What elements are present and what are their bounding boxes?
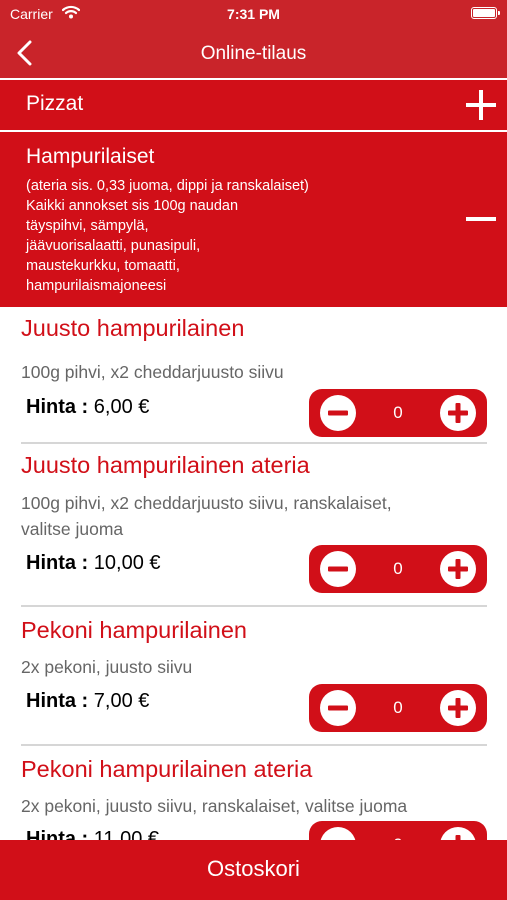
product-description: 100g pihvi, x2 cheddarjuusto siivu, rans… [21,490,491,542]
divider [21,442,487,444]
cart-button[interactable]: Ostoskori [0,840,507,900]
plus-circle-icon[interactable] [439,394,477,432]
category-title: Pizzat [26,92,84,115]
product-name: Pekoni hampurilainen ateria [21,756,313,782]
category-description-line: jäävuorisalaatti, punasipuli, [26,238,201,254]
price-value: 7,00 € [93,690,150,712]
category-title: Hampurilaiset [26,145,155,168]
plus-circle-icon[interactable] [439,550,477,588]
divider [21,744,487,746]
product-description: 100g pihvi, x2 cheddarjuusto siivu [21,359,491,385]
product-description-line: valitse juoma [21,519,124,539]
product-name: Juusto hampurilainen ateria [21,452,310,478]
product-price: Hinta : 6,00 € [26,396,149,419]
divider [21,605,487,607]
clock: 7:31 PM [227,6,280,22]
product-description-line: 2x pekoni, juusto siivu, ranskalaiset, v… [21,796,408,816]
category-row-pizzat[interactable]: Pizzat [0,80,507,130]
product-description: 2x pekoni, juusto siivu, ranskalaiset, v… [21,793,491,819]
quantity-stepper: 0 [309,545,487,593]
product-price: Hinta : 7,00 € [26,690,149,713]
battery-icon [471,7,500,19]
product-description-line: 100g pihvi, x2 cheddarjuusto siivu [21,362,284,382]
status-bar: Carrier 7:31 PM [0,0,507,30]
category-description-line: Kaikki annokset sis 100g naudan [26,198,239,214]
product-name: Pekoni hampurilainen [21,617,248,643]
quantity-stepper: 0 [309,389,487,437]
product-price: Hinta : 11,00 € [26,828,159,840]
minus-icon[interactable] [466,217,496,221]
product-price: Hinta : 10,00 € [26,552,161,575]
price-value: 6,00 € [93,396,150,418]
quantity-stepper: 0 [309,684,487,732]
nav-bar: Online-tilaus [0,30,507,78]
plus-circle-icon[interactable] [439,826,477,840]
price-label: Hinta : [26,396,89,418]
price-value: 11,00 € [93,828,160,840]
plus-icon[interactable] [466,90,496,120]
quantity-stepper: 0 [309,821,487,840]
category-description-line: täyspihvi, sämpylä, [26,218,149,234]
price-label: Hinta : [26,552,89,574]
price-label: Hinta : [26,828,89,840]
product-description-line: 100g pihvi, x2 cheddarjuusto siivu, rans… [21,493,392,513]
product-name: Juusto hampurilainen [21,315,245,341]
price-value: 10,00 € [93,552,161,574]
category-description-line: hampurilaismajoneesi [26,278,167,294]
category-row-hampurilaiset[interactable]: Hampurilaiset (ateria sis. 0,33 juoma, d… [0,132,507,307]
category-description-line: maustekurkku, tomaatti, [26,258,180,274]
plus-circle-icon[interactable] [439,689,477,727]
product-description-line: 2x pekoni, juusto siivu [21,657,193,677]
category-description-line: (ateria sis. 0,33 juoma, dippi ja ranska… [26,178,309,194]
page-title: Online-tilaus [200,43,307,64]
product-list[interactable]: Juusto hampurilainen 100g pihvi, x2 ched… [0,307,507,840]
product-description: 2x pekoni, juusto siivu [21,654,491,680]
category-description: (ateria sis. 0,33 juoma, dippi ja ranska… [26,176,309,296]
price-label: Hinta : [26,690,89,712]
